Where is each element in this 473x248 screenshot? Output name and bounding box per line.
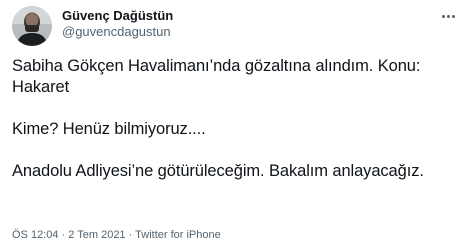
avatar[interactable] [12,6,52,46]
avatar-image [12,6,52,46]
tweet-paragraph: Sabiha Gökçen Havalimanı’nda gözaltına a… [12,57,421,96]
author-username[interactable]: @guvencdagustun [62,24,173,40]
meta-separator: · [58,229,69,241]
meta-separator: · [125,229,136,241]
tweet-metadata: ÖS 12:04 · 2 Tem 2021 · Twitter for iPho… [12,228,221,242]
author-display-name[interactable]: Güvenç Dağüstün [62,8,173,24]
tweet-header: Güvenç Dağüstün @guvencdagustun [12,6,461,46]
tweet-source-link[interactable]: Twitter for iPhone [135,229,221,241]
tweet-paragraph: Kime? Henüz bilmiyoruz.... [12,120,206,138]
author-names: Güvenç Dağüstün @guvencdagustun [62,8,173,40]
tweet-text: Sabiha Gökçen Havalimanı’nda gözaltına a… [12,56,462,203]
more-dot [446,14,450,18]
tweet-card: Güvenç Dağüstün @guvencdagustun Sabiha G… [0,0,473,248]
more-dot [451,14,455,18]
more-dot [441,14,445,18]
more-options-icon[interactable] [437,8,459,24]
tweet-date-link[interactable]: 2 Tem 2021 [68,229,125,241]
tweet-paragraph: Anadolu Adliyesi’ne götürüleceğim. Bakal… [12,162,424,180]
tweet-time-link[interactable]: ÖS 12:04 [12,229,58,241]
